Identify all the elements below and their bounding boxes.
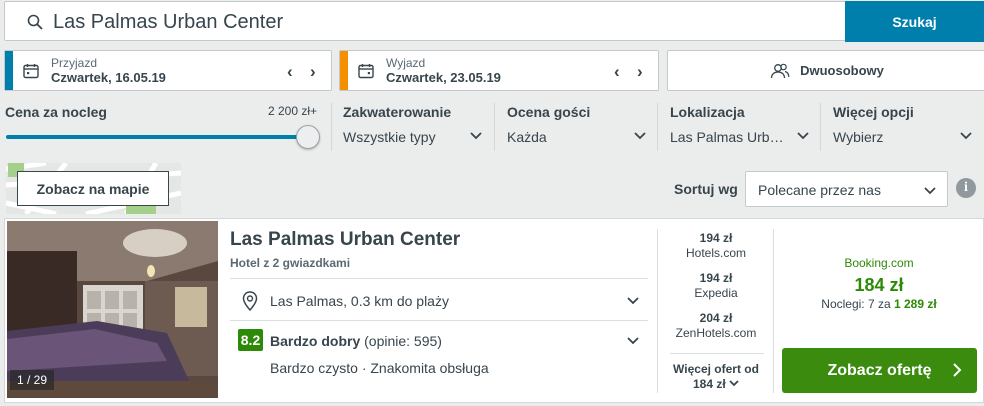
view-offer-label: Zobacz ofertę (827, 361, 932, 379)
prev-date-icon[interactable]: ‹ (287, 62, 293, 82)
alt-offer[interactable]: 204 zł ZenHotels.com (660, 311, 772, 341)
chevron-down-icon[interactable] (959, 128, 973, 142)
chevron-down-icon[interactable] (626, 333, 640, 347)
chevron-right-icon (953, 363, 962, 377)
divider (331, 103, 332, 151)
alt-offer-price: 194 zł (699, 231, 733, 245)
sort-select[interactable]: Polecane przez nas (745, 171, 948, 207)
search-box[interactable] (4, 1, 846, 41)
alt-offer-provider: Expedia (694, 286, 738, 300)
info-icon[interactable]: i (956, 178, 976, 198)
show-map-button[interactable]: Zobacz na mapie (17, 171, 169, 206)
more-options-value[interactable]: Wybierz (833, 129, 883, 145)
search-input[interactable] (53, 8, 813, 36)
divider (657, 103, 658, 151)
calendar-icon (23, 64, 39, 79)
price-max: 2 200 zł+ (268, 104, 318, 118)
sort-label: Sortuj wg (674, 181, 738, 197)
chevron-down-icon[interactable] (796, 128, 810, 142)
guests-value: Dwuosobowy (800, 63, 884, 78)
guests-selector[interactable]: Dwuosobowy (667, 50, 984, 91)
rating-reviews: (opinie: 595) (364, 333, 442, 349)
checkout-field[interactable]: Wyjazd Czwartek, 23.05.19 ‹ › (339, 50, 659, 91)
more-offers-label: Więcej ofert od (673, 362, 759, 376)
chevron-down-icon (924, 187, 936, 195)
alt-offer-price: 194 zł (699, 271, 733, 285)
checkin-accent (5, 51, 13, 90)
chevron-down-icon[interactable] (469, 128, 483, 142)
accommodation-value[interactable]: Wszystkie typy (343, 129, 436, 145)
hotel-type: Hotel z 2 gwiazdkami (230, 256, 351, 270)
photo-counter: 1 / 29 (10, 370, 54, 390)
alt-offer-provider: Hotels.com (685, 246, 747, 260)
more-offers-price: 184 zł (692, 377, 726, 391)
accommodation-label: Zakwaterowanie (343, 104, 452, 120)
hotel-location: Las Palmas, 0.3 km do plaży (270, 293, 449, 309)
price-slider-track[interactable] (6, 135, 308, 139)
divider (657, 229, 658, 393)
guests-icon (770, 63, 790, 78)
divider (230, 278, 648, 279)
location-filter-value[interactable]: Las Palmas Urb… (670, 129, 784, 145)
price-slider-handle[interactable] (296, 125, 320, 149)
best-offer-provider: Booking.com (844, 256, 914, 270)
calendar-icon (358, 64, 374, 79)
search-icon (27, 14, 43, 30)
hotel-highlights: Bardzo czysto · Znakomita obsługa (270, 360, 489, 376)
more-offers-button[interactable]: Więcej ofert od 184 zł (660, 362, 772, 392)
divider (773, 229, 774, 393)
search-button[interactable]: Szukaj (845, 1, 984, 42)
chevron-down-icon[interactable] (633, 128, 647, 142)
alt-offer-price: 204 zł (699, 311, 733, 325)
next-date-icon[interactable]: › (637, 62, 643, 82)
price-filter-label: Cena za nocleg (5, 104, 107, 120)
checkin-field[interactable]: Przyjazd Czwartek, 16.05.19 ‹ › (4, 50, 332, 91)
checkin-value: Czwartek, 16.05.19 (51, 70, 166, 85)
alt-offer[interactable]: 194 zł Hotels.com (660, 231, 772, 261)
rating-filter-label: Ocena gości (507, 104, 591, 120)
divider (820, 103, 821, 151)
rating-summary: Bardzo dobry (opinie: 595) (270, 333, 442, 349)
rating-label: Bardzo dobry (270, 333, 361, 349)
hotel-name[interactable]: Las Palmas Urban Center (230, 229, 460, 251)
rating-score-badge: 8.2 (238, 329, 263, 351)
nights-prefix: Noclegi: 7 za (821, 297, 891, 311)
alt-offer-provider: ZenHotels.com (675, 326, 757, 340)
next-date-icon[interactable]: › (310, 62, 316, 82)
divider (670, 353, 764, 354)
divider (230, 320, 648, 321)
checkout-value: Czwartek, 23.05.19 (386, 70, 501, 85)
best-offer-nights: Noclegi: 7 za 1 289 zł (783, 297, 975, 311)
rating-filter-value[interactable]: Każda (507, 129, 547, 145)
checkout-accent (340, 51, 348, 90)
nights-total: 1 289 zł (894, 297, 937, 311)
sort-value: Polecane przez nas (758, 182, 881, 198)
more-options-label: Więcej opcji (833, 104, 914, 120)
view-offer-button[interactable]: Zobacz ofertę (782, 348, 977, 393)
checkin-label: Przyjazd (51, 56, 98, 70)
chevron-down-icon (729, 380, 739, 387)
alt-offer[interactable]: 194 zł Expedia (660, 271, 772, 301)
chevron-down-icon[interactable] (626, 293, 640, 307)
checkout-label: Wyjazd (386, 56, 426, 70)
location-pin-icon (242, 291, 258, 311)
divider (494, 103, 495, 151)
best-offer-price: 184 zł (854, 275, 904, 295)
location-filter-label: Lokalizacja (670, 104, 745, 120)
prev-date-icon[interactable]: ‹ (614, 62, 620, 82)
